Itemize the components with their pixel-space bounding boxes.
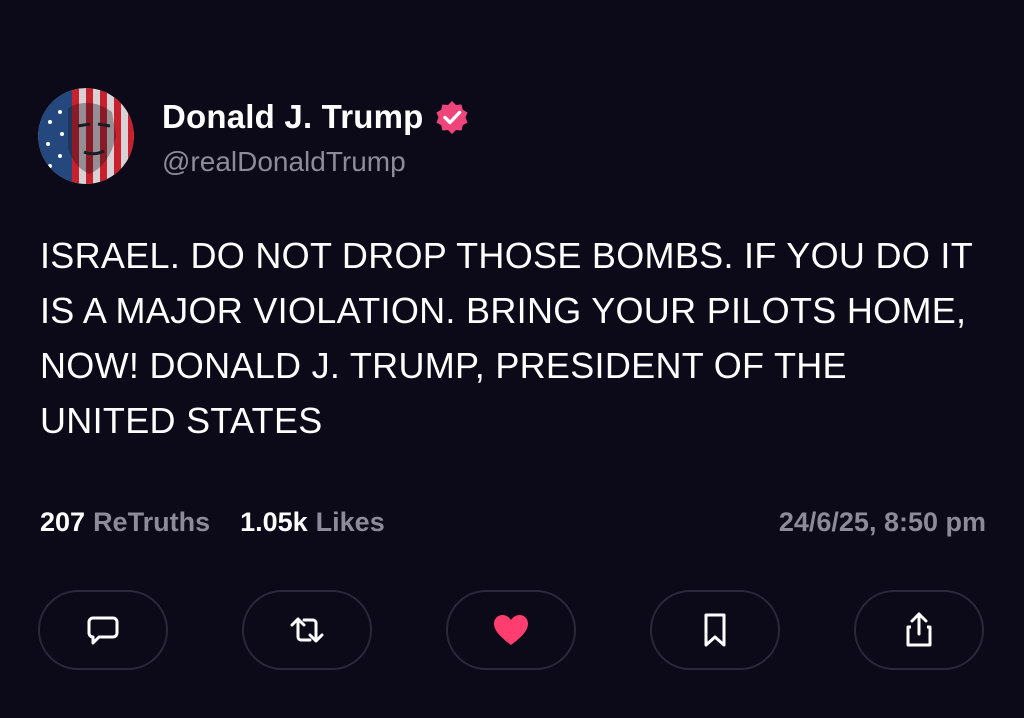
avatar-image	[38, 88, 134, 184]
display-name[interactable]: Donald J. Trump	[162, 98, 424, 136]
like-button[interactable]	[446, 590, 576, 670]
avatar[interactable]	[38, 88, 134, 184]
post-actions	[38, 590, 986, 674]
bookmark-icon	[704, 613, 726, 647]
post-card: Donald J. Trump @realDonaldTrump ISRAEL.…	[0, 0, 1024, 718]
retruths-count: 207	[40, 506, 86, 537]
likes-label: Likes	[315, 506, 385, 537]
retruths-stat[interactable]: 207 ReTruths	[40, 507, 210, 538]
post-text: ISRAEL. DO NOT DROP THOSE BOMBS. IF YOU …	[40, 235, 973, 441]
verified-badge-icon	[434, 99, 470, 135]
share-button[interactable]	[854, 590, 984, 670]
user-handle[interactable]: @realDonaldTrump	[162, 146, 470, 178]
share-icon	[906, 612, 932, 647]
likes-count: 1.05k	[240, 506, 308, 537]
retruths-label: ReTruths	[93, 506, 211, 537]
bookmark-button[interactable]	[650, 590, 780, 670]
likes-stat[interactable]: 1.05k Likes	[240, 507, 385, 538]
reply-button[interactable]	[38, 590, 168, 670]
post-author: Donald J. Trump @realDonaldTrump	[162, 96, 470, 178]
heart-icon	[494, 615, 528, 645]
retruth-button[interactable]	[242, 590, 372, 670]
post-stats: 207 ReTruths 1.05k Likes 24/6/25, 8:50 p…	[40, 502, 986, 542]
repost-icon	[290, 617, 324, 643]
comment-icon	[87, 616, 119, 645]
post-timestamp: 24/6/25, 8:50 pm	[778, 506, 986, 537]
